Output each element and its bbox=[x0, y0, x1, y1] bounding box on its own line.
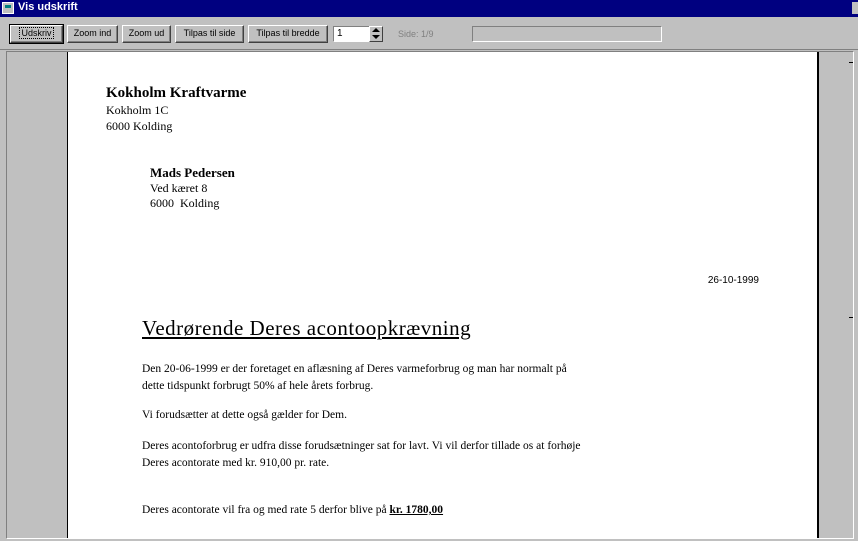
window-title: Vis udskrift bbox=[18, 1, 78, 13]
preview-viewport[interactable]: Kokholm Kraftvarme Kokholm 1C 6000 Koldi… bbox=[6, 51, 854, 539]
right-margin-area bbox=[819, 52, 853, 538]
print-preview-toolbar: Udskriv Zoom ind Zoom ud Tilpas til side… bbox=[0, 17, 858, 50]
page-spinner[interactable] bbox=[369, 26, 383, 42]
preview-window-icon[interactable] bbox=[2, 2, 14, 14]
recipient-city: 6000 Kolding bbox=[150, 196, 220, 210]
paragraph-1-line-2: dette tidspunkt forbrugt 50% af hele åre… bbox=[142, 380, 374, 392]
print-button[interactable]: Udskriv bbox=[9, 24, 64, 44]
spin-up-icon[interactable] bbox=[372, 28, 380, 32]
status-field bbox=[472, 26, 662, 42]
sender-address: Kokholm 1C bbox=[106, 103, 169, 117]
paragraph-2: Vi forudsætter at dette også gælder for … bbox=[142, 409, 347, 421]
letter-heading: Vedrørende Deres acontoopkrævning bbox=[142, 316, 472, 340]
letter-date: 26-10-1999 bbox=[707, 275, 759, 286]
recipient-address: Ved kæret 8 bbox=[150, 181, 208, 195]
letter-page: Kokholm Kraftvarme Kokholm 1C 6000 Koldi… bbox=[67, 52, 819, 538]
paragraph-3-line-1: Deres acontoforbrug er udfra disse forud… bbox=[142, 440, 581, 452]
page-status-label: Side: 1/9 bbox=[398, 29, 434, 39]
paragraph-1: Den 20-06-1999 er der foretaget en aflæs… bbox=[142, 361, 567, 395]
paragraph-3-line-2: Deres acontorate med kr. 910,00 pr. rate… bbox=[142, 457, 330, 469]
title-bar: Vis udskrift bbox=[0, 0, 858, 17]
sender-name: Kokholm Kraftvarme bbox=[106, 85, 247, 101]
paragraph-4: Deres acontorate vil fra og med rate 5 d… bbox=[142, 502, 443, 519]
title-bar-corner bbox=[852, 2, 858, 14]
zoom-out-button[interactable]: Zoom ud bbox=[122, 25, 171, 43]
fit-page-button[interactable]: Tilpas til side bbox=[175, 25, 244, 43]
spin-down-icon[interactable] bbox=[372, 35, 380, 39]
paragraph-4-text: Deres acontorate vil fra og med rate 5 d… bbox=[142, 504, 390, 516]
fit-width-button[interactable]: Tilpas til bredde bbox=[248, 25, 328, 43]
print-button-label: Udskriv bbox=[19, 27, 54, 39]
scroll-tick-middle bbox=[849, 317, 853, 318]
scroll-tick-top bbox=[849, 62, 853, 63]
left-margin-area bbox=[7, 52, 67, 538]
paragraph-1-line-1: Den 20-06-1999 er der foretaget en aflæs… bbox=[142, 363, 567, 375]
sender-city: 6000 Kolding bbox=[106, 119, 173, 133]
new-rate-amount: kr. 1780,00 bbox=[389, 504, 444, 516]
paragraph-3: Deres acontoforbrug er udfra disse forud… bbox=[142, 438, 581, 472]
recipient-name: Mads Pedersen bbox=[150, 165, 235, 180]
zoom-in-button[interactable]: Zoom ind bbox=[67, 25, 118, 43]
